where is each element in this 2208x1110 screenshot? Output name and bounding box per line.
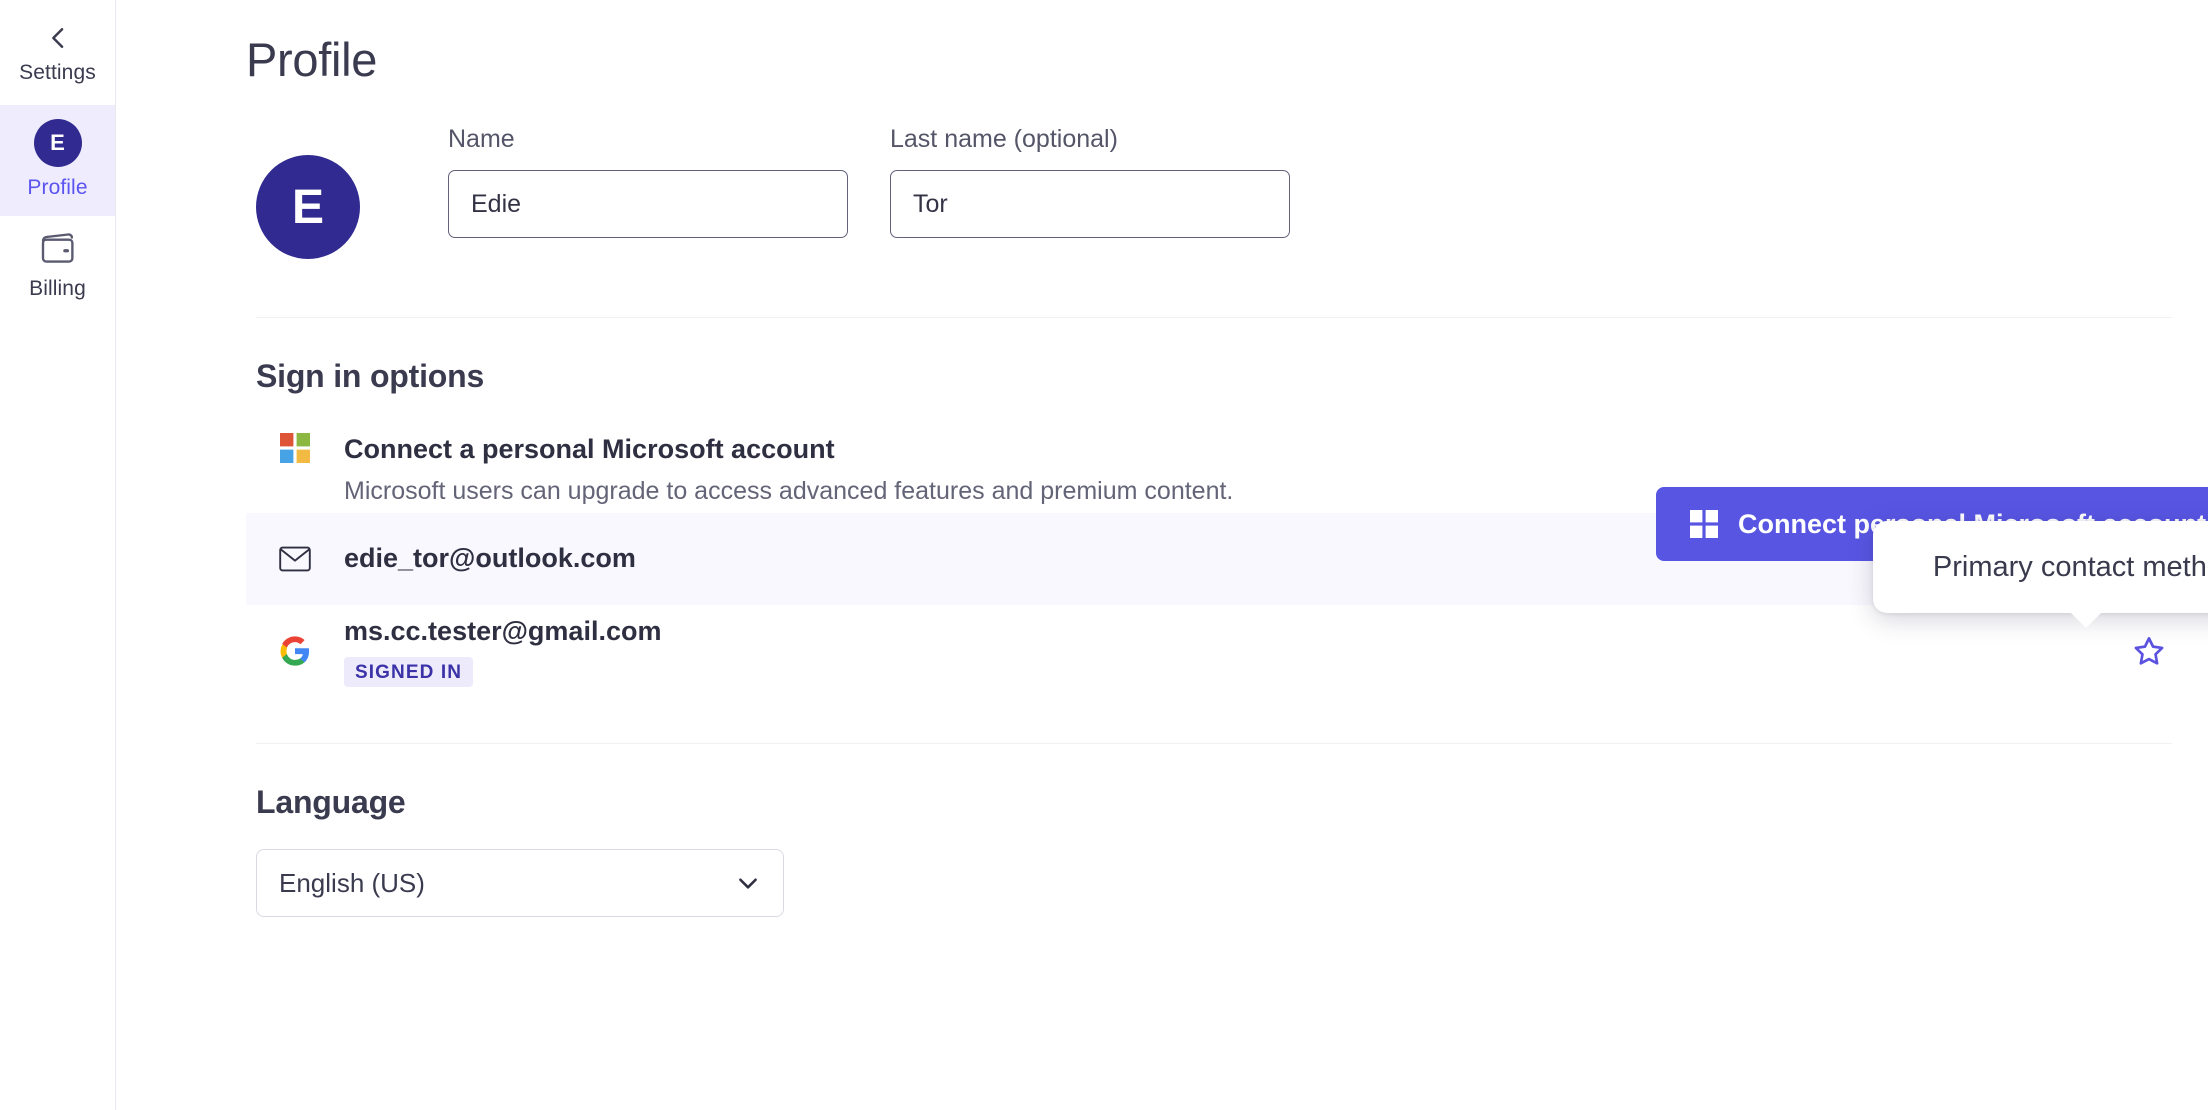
sidebar-item-label-billing: Billing [29, 277, 86, 300]
divider-top [256, 317, 2172, 318]
sidebar-item-settings-back[interactable]: Settings [0, 18, 115, 105]
language-title: Language [256, 784, 406, 820]
sidebar-item-profile[interactable]: E Profile [0, 105, 115, 216]
sidebar: Settings E Profile Billing [0, 0, 116, 1110]
main-content: Profile E Name Last name (optional) Sign… [116, 0, 2208, 1110]
microsoft-logo-icon [274, 433, 316, 463]
wallet-icon [38, 230, 78, 268]
account-row-gmail[interactable]: ms.cc.tester@gmail.com SIGNED IN [246, 605, 2172, 697]
account-gmail-action [2126, 628, 2172, 674]
google-logo-icon [274, 635, 316, 667]
last-name-input[interactable] [890, 170, 1290, 238]
avatar: E [256, 155, 360, 259]
tooltip-arrow-icon [2069, 611, 2103, 628]
language-section: Language English (US) [256, 784, 2208, 917]
first-name-field-group: Name [448, 127, 848, 238]
chevron-left-icon [44, 24, 72, 52]
name-fields: Name Last name (optional) [448, 127, 1290, 238]
status-badge-signed-in: SIGNED IN [344, 657, 474, 688]
connect-microsoft-title: Connect a personal Microsoft account [344, 434, 835, 464]
first-name-label: Name [448, 125, 515, 153]
tooltip-primary-contact-method: Primary contact method [1873, 521, 2208, 628]
settings-profile-page: Settings E Profile Billing Profile E Nam… [0, 0, 2208, 1110]
last-name-label: Last name (optional) [890, 125, 1118, 153]
last-name-field-group: Last name (optional) [890, 127, 1290, 238]
mail-icon [274, 546, 316, 572]
page-title: Profile [246, 33, 378, 86]
primary-star-button-gmail[interactable] [2126, 628, 2172, 674]
account-gmail-body: ms.cc.tester@gmail.com SIGNED IN [344, 615, 2126, 688]
sidebar-item-label-settings: Settings [19, 61, 96, 84]
star-outline-icon [2134, 637, 2164, 665]
sidebar-avatar: E [33, 119, 82, 167]
language-select[interactable]: English (US) [256, 849, 784, 917]
tooltip-text: Primary contact method [1932, 550, 2208, 583]
first-name-input[interactable] [448, 170, 848, 238]
signin-options-title: Sign in options [256, 358, 485, 394]
language-selected-value: English (US) [279, 868, 425, 898]
sidebar-item-billing[interactable]: Billing [0, 216, 115, 317]
divider-bottom [256, 743, 2172, 744]
windows-logo-icon [1690, 510, 1718, 538]
account-gmail-email: ms.cc.tester@gmail.com [344, 615, 662, 646]
sidebar-item-label-profile: Profile [27, 176, 88, 199]
identity-section: E Name Last name (optional) [246, 127, 2208, 259]
